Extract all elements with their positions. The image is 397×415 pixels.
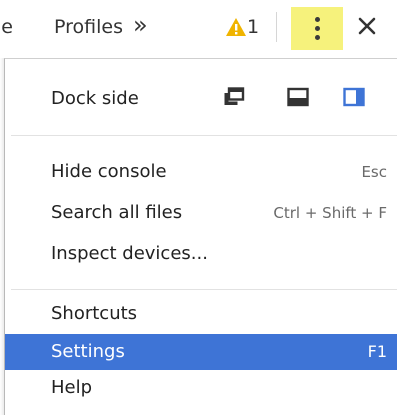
menu-item-shortcut: Ctrl + Shift + F bbox=[273, 204, 387, 222]
menu-item-help[interactable]: Help bbox=[5, 371, 397, 405]
menu-item-search-all-files[interactable]: Search all files Ctrl + Shift + F bbox=[5, 196, 397, 230]
devtools-frame: ie Profiles » 1 Dock side bbox=[0, 0, 397, 415]
close-icon[interactable] bbox=[356, 15, 378, 37]
warning-icon[interactable] bbox=[225, 16, 247, 38]
dock-to-bottom-icon[interactable] bbox=[287, 87, 309, 107]
menu-item-label: Shortcuts bbox=[51, 303, 138, 324]
menu-item-label: Hide console bbox=[51, 161, 167, 182]
tab-partial[interactable]: ie bbox=[0, 16, 13, 38]
menu-item-label: Inspect devices... bbox=[51, 243, 208, 264]
dock-side-label: Dock side bbox=[51, 88, 139, 109]
devtools-toolbar: ie Profiles » 1 bbox=[0, 0, 397, 55]
menu-item-shortcuts[interactable]: Shortcuts bbox=[5, 297, 397, 331]
tab-profiles[interactable]: Profiles bbox=[54, 16, 123, 38]
menu-item-shortcut: F1 bbox=[367, 342, 387, 361]
warning-count[interactable]: 1 bbox=[247, 16, 259, 38]
toolbar-divider bbox=[276, 12, 277, 42]
menu-item-hide-console[interactable]: Hide console Esc bbox=[5, 155, 397, 189]
kebab-menu-icon[interactable] bbox=[291, 7, 343, 50]
dock-side-row: Dock side bbox=[5, 79, 397, 119]
menu-item-label: Help bbox=[51, 377, 93, 398]
menu-divider bbox=[11, 135, 397, 136]
menu-item-label: Settings bbox=[51, 341, 125, 362]
menu-item-shortcut: Esc bbox=[361, 163, 387, 181]
menu-item-label: Search all files bbox=[51, 202, 183, 223]
devtools-dropdown-menu: Dock side Hide console Esc Search all fi… bbox=[4, 58, 397, 415]
menu-item-settings[interactable]: Settings F1 bbox=[5, 334, 397, 370]
menu-divider bbox=[11, 289, 397, 290]
dock-to-right-icon[interactable] bbox=[343, 87, 365, 107]
menu-item-inspect-devices[interactable]: Inspect devices... bbox=[5, 237, 397, 271]
undock-into-separate-window-icon[interactable] bbox=[223, 87, 245, 107]
more-tabs-button[interactable]: » bbox=[133, 12, 148, 38]
